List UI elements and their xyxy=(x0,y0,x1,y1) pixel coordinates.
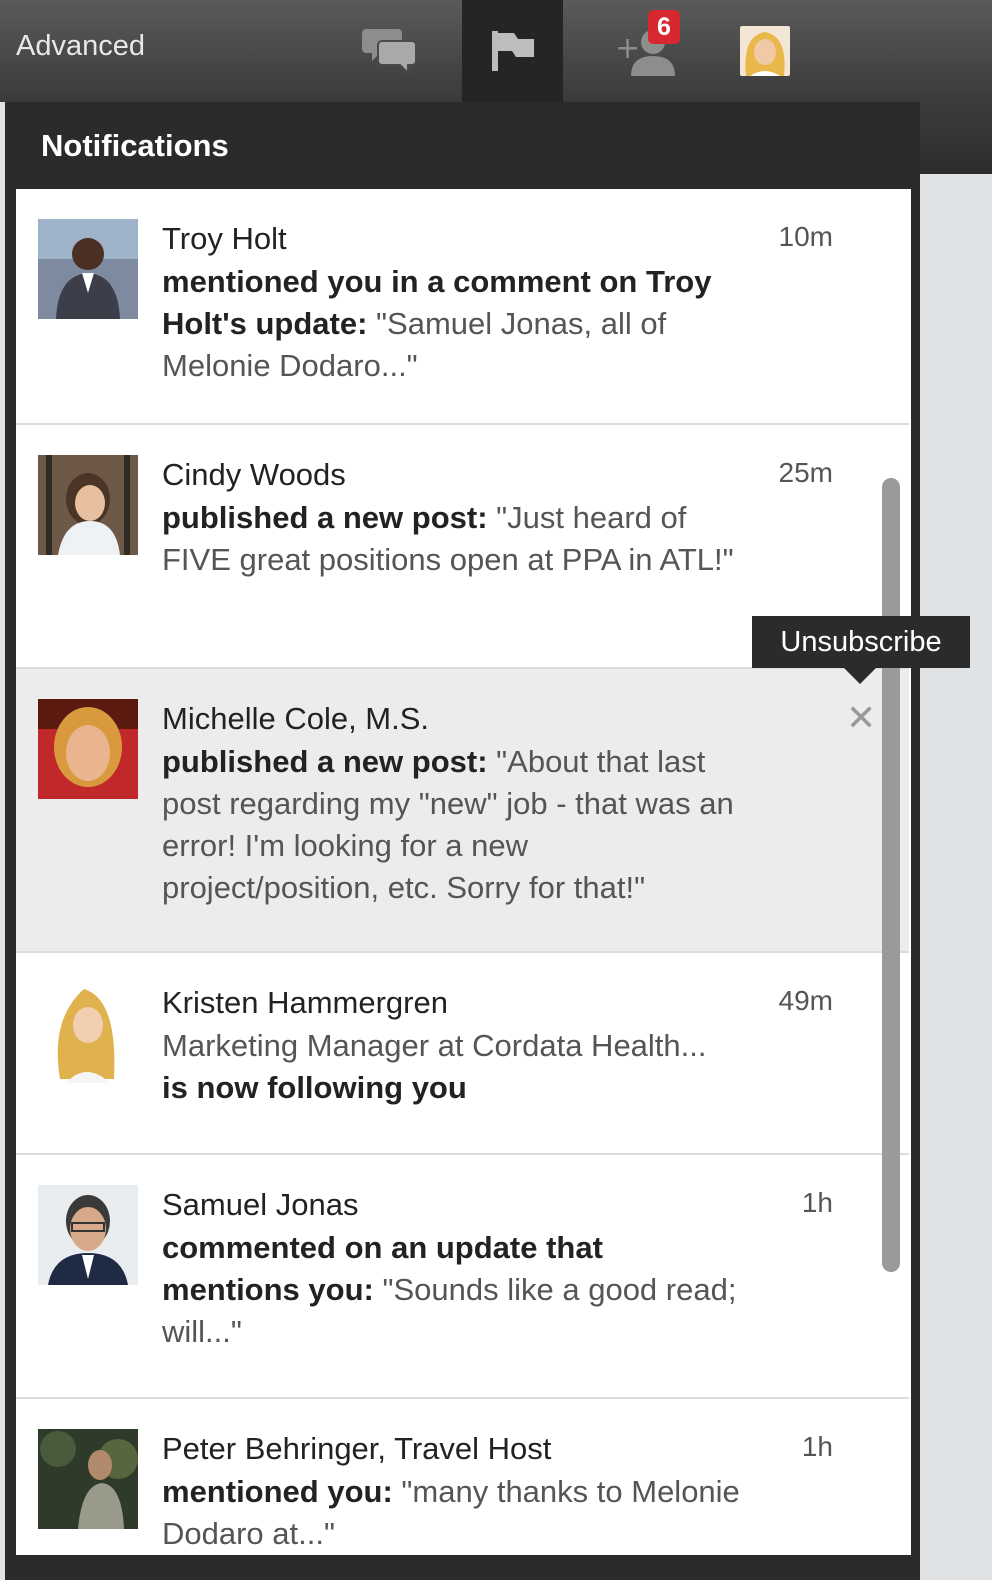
notifications-list: Troy Holt mentioned you in a comment on … xyxy=(16,189,911,1555)
notification-subtitle: Marketing Manager at Cordata Health... xyxy=(162,1028,707,1063)
notification-time: 1h xyxy=(801,1187,833,1218)
notification-body: commented on an update that mentions you… xyxy=(162,1227,742,1353)
notifications-flag-icon[interactable] xyxy=(462,0,563,102)
messages-icon[interactable] xyxy=(350,0,430,102)
notification-name[interactable]: Michelle Cole, M.S. xyxy=(162,701,429,737)
notification-item[interactable]: Kristen Hammergren Marketing Manager at … xyxy=(16,953,909,1155)
advanced-search-link[interactable]: Advanced xyxy=(16,30,145,63)
notification-time: 49m xyxy=(778,985,833,1016)
avatar xyxy=(38,699,138,799)
notification-time: 25m xyxy=(778,457,833,488)
unsubscribe-tooltip: Unsubscribe xyxy=(752,616,970,668)
notification-name[interactable]: Samuel Jonas xyxy=(162,1187,358,1223)
svg-text:+: + xyxy=(615,31,640,66)
notification-name[interactable]: Troy Holt xyxy=(162,221,287,257)
notification-body: Marketing Manager at Cordata Health... i… xyxy=(162,1025,762,1109)
notification-time: 10m xyxy=(778,221,833,252)
tooltip-arrow xyxy=(844,668,876,684)
notification-item[interactable]: Michelle Cole, M.S. published a new post… xyxy=(16,669,909,953)
avatar xyxy=(38,1429,138,1529)
avatar xyxy=(38,1185,138,1285)
notifications-panel: Notifications Troy Holt mentioned you in… xyxy=(5,102,920,1580)
notification-item[interactable]: Samuel Jonas commented on an update that… xyxy=(16,1155,909,1399)
notification-action: mentioned you: xyxy=(162,1474,393,1509)
notification-item[interactable]: Troy Holt mentioned you in a comment on … xyxy=(16,189,909,425)
notification-body: mentioned you: "many thanks to Melonie D… xyxy=(162,1471,742,1555)
top-nav-bar: Advanced + 6 xyxy=(0,0,992,102)
notification-time: 1h xyxy=(801,1431,833,1462)
notification-name[interactable]: Cindy Woods xyxy=(162,457,346,493)
close-icon[interactable]: ✕ xyxy=(846,700,876,736)
avatar xyxy=(38,983,138,1083)
panel-title: Notifications xyxy=(41,128,229,163)
notification-action: published a new post: xyxy=(162,744,488,779)
avatar xyxy=(38,219,138,319)
notification-name[interactable]: Kristen Hammergren xyxy=(162,985,448,1021)
notification-item[interactable]: Peter Behringer, Travel Host mentioned y… xyxy=(16,1399,909,1555)
notification-body: mentioned you in a comment on Troy Holt'… xyxy=(162,261,742,387)
notification-name[interactable]: Peter Behringer, Travel Host xyxy=(162,1431,551,1467)
notification-body: published a new post: "About that last p… xyxy=(162,741,742,909)
profile-avatar[interactable] xyxy=(730,0,800,102)
scrollbar[interactable] xyxy=(882,478,900,1272)
header-side-strip xyxy=(920,102,992,174)
connections-badge: 6 xyxy=(648,10,680,44)
avatar xyxy=(38,455,138,555)
notification-action: is now following you xyxy=(162,1070,467,1105)
notification-action: published a new post: xyxy=(162,500,488,535)
notification-body: published a new post: "Just heard of FIV… xyxy=(162,497,742,581)
